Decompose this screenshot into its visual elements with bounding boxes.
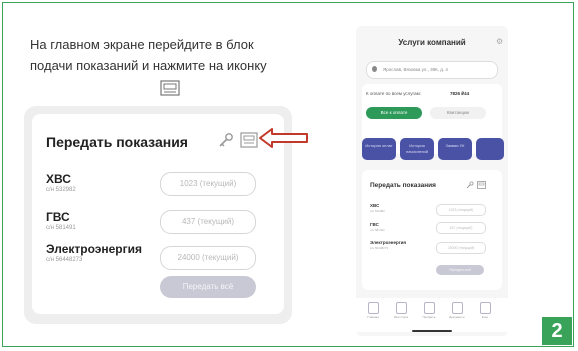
phone-row-serial: с/н 56448273 [370, 246, 389, 250]
step-badge: 2 [542, 317, 572, 345]
phone-row-name: Электроэнергия [370, 240, 407, 245]
document-icon [451, 302, 463, 314]
more-icon [479, 302, 491, 314]
row-name-hot-water: ГВС [46, 210, 70, 224]
reading-input-hot-water[interactable]: 437 (текущий) [160, 210, 256, 234]
row-name-cold-water: ХВС [46, 172, 71, 186]
nav-accounts[interactable]: Мои счета [388, 302, 414, 319]
key-icon[interactable] [218, 132, 234, 148]
nav-profile[interactable]: Профиль [416, 302, 442, 319]
gear-icon[interactable]: ⚙ [496, 37, 503, 46]
home-indicator [412, 330, 452, 332]
phone-reading-input[interactable]: 437 (текущий) [436, 222, 486, 234]
phone-submit-button[interactable]: Передать всё [436, 265, 484, 275]
pay-button[interactable]: Все к оплате [366, 107, 422, 119]
instruction-text: На главном экране перейдите в блок подач… [30, 37, 267, 73]
phone-card-title: Передать показания [370, 182, 436, 189]
meter-readings-card: Передать показания ХВС с/н 532982 1023 (… [24, 106, 292, 324]
user-icon [423, 302, 435, 314]
wallet-icon [395, 302, 407, 314]
row-serial: с/н 56448273 [46, 257, 83, 263]
phone-title: Услуги компаний [398, 38, 466, 47]
submit-all-button[interactable]: Передать всё [160, 276, 256, 298]
meter-icon [160, 80, 180, 96]
card-title: Передать показания [46, 134, 188, 150]
phone-row-name: ГВС [370, 222, 379, 227]
receipts-button[interactable]: Квитанции [430, 107, 486, 119]
nav-more[interactable]: Ещё [472, 302, 498, 319]
debt-label: К оплате по всем услугам: [366, 91, 421, 96]
nav-home[interactable]: Главная [360, 302, 386, 319]
tile-requests[interactable]: Заявки УК [438, 138, 472, 160]
nav-documents[interactable]: Документы [444, 302, 470, 319]
phone-row-serial: с/н 581491 [370, 228, 385, 232]
meter-icon[interactable] [240, 132, 258, 148]
row-serial: с/н 581491 [46, 225, 76, 231]
home-icon [367, 302, 379, 314]
phone-row-serial: с/н 532982 [370, 209, 385, 213]
reading-input-electricity[interactable]: 24000 (текущий) [160, 246, 256, 270]
key-icon[interactable] [466, 181, 474, 189]
tile-charges-history[interactable]: История начислений [400, 138, 434, 160]
location-pin-icon [372, 66, 377, 72]
phone-reading-input[interactable]: 1023 (текущий) [436, 204, 486, 216]
debt-value: 7826 ₽44 [450, 91, 470, 96]
meter-icon[interactable] [477, 181, 486, 189]
row-serial: с/н 532982 [46, 187, 76, 193]
address-selector[interactable]: Ярослав, Вязовка ул., 38К, д. 4 [366, 61, 498, 79]
tile-payment-history[interactable]: История оплат [362, 138, 396, 160]
phone-reading-input[interactable]: 24000 (текущий) [436, 242, 486, 254]
pointer-arrow [259, 128, 308, 148]
reading-input-cold-water[interactable]: 1023 (текущий) [160, 172, 256, 196]
tile-more[interactable] [476, 138, 504, 160]
row-name-electricity: Электроэнергия [46, 242, 143, 256]
phone-row-name: ХВС [370, 203, 380, 208]
